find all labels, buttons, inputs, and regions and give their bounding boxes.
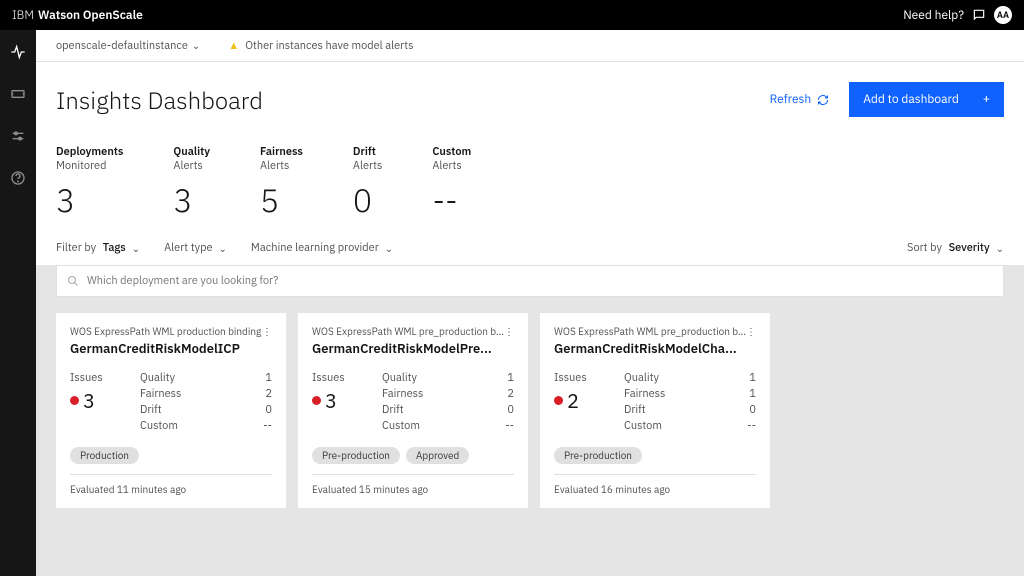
overflow-menu-icon[interactable]: ⋮ [262,325,272,338]
deployment-card[interactable]: WOS ExpressPath WML pre_production b...⋮… [298,313,528,508]
page-title: Insights Dashboard [56,84,263,116]
nav-activity-icon[interactable] [10,44,26,60]
alert-dot-icon [554,396,563,405]
evaluated-time: Evaluated 15 minutes ago [312,474,514,496]
chevron-down-icon: ⌄ [996,242,1004,255]
page-header: Insights Dashboard Refresh Add to dashbo… [36,62,1024,135]
nav-settings-icon[interactable] [10,128,26,144]
add-to-dashboard-button[interactable]: Add to dashboard + [849,82,1004,117]
provider-label: WOS ExpressPath WML pre_production b... [312,325,504,338]
sort-by[interactable]: Sort by Severity⌄ [907,241,1004,255]
nav-help-icon[interactable] [10,170,26,186]
metric-custom: CustomAlerts-- [432,145,471,221]
plus-icon: + [983,92,990,107]
tag: Pre-production [554,447,642,464]
deployment-title: GermanCreditRiskModelICP [70,340,272,357]
deployment-title: GermanCreditRiskModelCha... [554,340,756,357]
evaluated-time: Evaluated 16 minutes ago [554,474,756,496]
chevron-down-icon: ⌄ [385,242,393,255]
chevron-down-icon: ⌄ [192,39,200,52]
filter-tags[interactable]: Filter by Tags⌄ [56,241,140,255]
top-bar: IBM Watson OpenScale Need help? AA [0,0,1024,30]
help-area: Need help? AA [903,6,1012,24]
chevron-down-icon: ⌄ [132,242,140,255]
deployment-card[interactable]: WOS ExpressPath WML pre_production b...⋮… [540,313,770,508]
metric-drift: DriftAlerts0 [353,145,382,221]
refresh-button[interactable]: Refresh [770,92,830,107]
overflow-menu-icon[interactable]: ⋮ [504,325,514,338]
warning-icon: ▲ [228,39,239,53]
filter-ml-provider[interactable]: Machine learning provider⌄ [251,241,393,255]
avatar[interactable]: AA [994,6,1012,24]
help-link[interactable]: Need help? [903,8,964,23]
metric-deployments: DeploymentsMonitored3 [56,145,123,221]
instance-alert: ▲Other instances have model alerts [228,39,413,53]
nav-ticket-icon[interactable] [10,86,26,102]
tag: Production [70,447,139,464]
chevron-down-icon: ⌄ [219,242,227,255]
alert-dot-icon [312,396,321,405]
left-nav [0,30,36,576]
main-content: openscale-defaultinstance⌄ ▲Other instan… [36,30,1024,576]
filter-alert-type[interactable]: Alert type⌄ [164,241,227,255]
metric-fairness: FairnessAlerts5 [260,145,303,221]
tag: Approved [406,447,469,464]
deployment-card[interactable]: WOS ExpressPath WML production binding⋮ … [56,313,286,508]
provider-label: WOS ExpressPath WML pre_production b... [554,325,746,338]
search-bar[interactable] [56,265,1004,297]
filter-row: Filter by Tags⌄ Alert type⌄ Machine lear… [36,235,1024,265]
brand-prefix: IBM [12,8,34,23]
instance-selector[interactable]: openscale-defaultinstance⌄ [56,39,200,53]
instance-bar: openscale-defaultinstance⌄ ▲Other instan… [36,30,1024,62]
metric-quality: QualityAlerts3 [173,145,210,221]
deployment-title: GermanCreditRiskModelPre... [312,340,514,357]
search-input[interactable] [87,274,993,288]
chat-icon[interactable] [972,8,986,22]
search-icon [67,275,79,287]
overflow-menu-icon[interactable]: ⋮ [746,325,756,338]
alert-dot-icon [70,396,79,405]
brand-product: Watson OpenScale [38,8,143,23]
tag: Pre-production [312,447,400,464]
evaluated-time: Evaluated 11 minutes ago [70,474,272,496]
brand: IBM Watson OpenScale [12,8,143,23]
provider-label: WOS ExpressPath WML production binding [70,325,261,338]
refresh-icon [817,94,829,106]
metrics-row: DeploymentsMonitored3 QualityAlerts3 Fai… [36,135,1024,235]
cards-grid: WOS ExpressPath WML production binding⋮ … [36,297,1024,524]
